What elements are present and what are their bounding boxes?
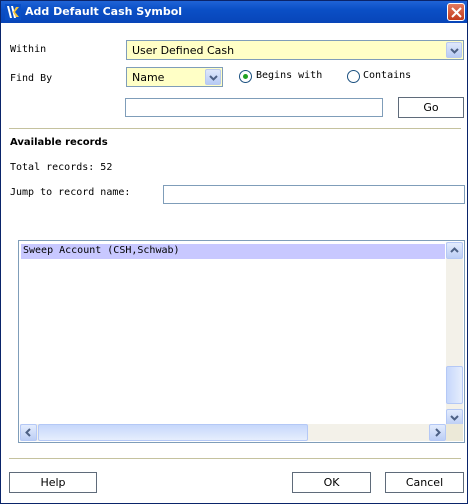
within-dropdown-button[interactable] (446, 42, 462, 58)
find-by-value: Name (132, 71, 165, 84)
chevron-down-icon (450, 415, 459, 421)
find-by-dropdown-button[interactable] (205, 69, 221, 85)
divider (9, 128, 461, 129)
records-list[interactable]: Sweep Account (CSH,Schwab) (18, 240, 465, 443)
within-select[interactable]: User Defined Cash (126, 40, 464, 60)
chevron-left-icon (25, 428, 31, 437)
app-logo-icon (5, 4, 21, 20)
title-bar[interactable]: Add Default Cash Symbol (1, 1, 467, 23)
vertical-scrollbar[interactable] (446, 242, 463, 426)
list-item-label: Sweep Account (CSH,Schwab) (23, 245, 180, 256)
search-input[interactable] (125, 98, 383, 117)
list-item[interactable]: Sweep Account (CSH,Schwab) (21, 244, 445, 259)
horizontal-scroll-thumb[interactable] (38, 424, 308, 441)
divider (9, 458, 461, 459)
available-records-heading: Available records (10, 137, 108, 148)
window-title: Add Default Cash Symbol (25, 5, 183, 18)
scrollbar-corner (446, 424, 463, 441)
begins-with-radio[interactable] (239, 70, 252, 83)
jump-to-record-input[interactable] (163, 185, 465, 204)
vertical-scroll-thumb[interactable] (446, 366, 463, 404)
jump-to-label: Jump to record name: (10, 187, 131, 198)
scroll-up-button[interactable] (446, 242, 463, 259)
find-by-select[interactable]: Name (126, 67, 223, 87)
close-button[interactable] (447, 3, 465, 21)
chevron-right-icon (435, 428, 441, 437)
within-label: Within (10, 44, 47, 55)
contains-label[interactable]: Contains (363, 70, 411, 81)
horizontal-scrollbar[interactable] (20, 424, 446, 441)
chevron-down-icon (450, 48, 459, 54)
chevron-up-icon (450, 247, 459, 253)
dialog-window: Add Default Cash Symbol Within User Defi… (0, 0, 468, 504)
ok-button[interactable]: OK (292, 472, 371, 493)
contains-radio[interactable] (347, 70, 360, 83)
radio-selected-dot (243, 74, 248, 79)
find-by-label: Find By (10, 73, 53, 84)
cancel-button[interactable]: Cancel (385, 472, 464, 493)
total-records: Total records: 52 (10, 162, 113, 173)
help-button[interactable]: Help (9, 472, 97, 493)
close-icon (451, 7, 462, 18)
within-value: User Defined Cash (132, 44, 235, 57)
scroll-left-button[interactable] (20, 424, 37, 441)
go-button[interactable]: Go (398, 97, 464, 118)
chevron-down-icon (209, 75, 218, 81)
begins-with-label[interactable]: Begins with (256, 70, 322, 81)
scroll-right-button[interactable] (429, 424, 446, 441)
